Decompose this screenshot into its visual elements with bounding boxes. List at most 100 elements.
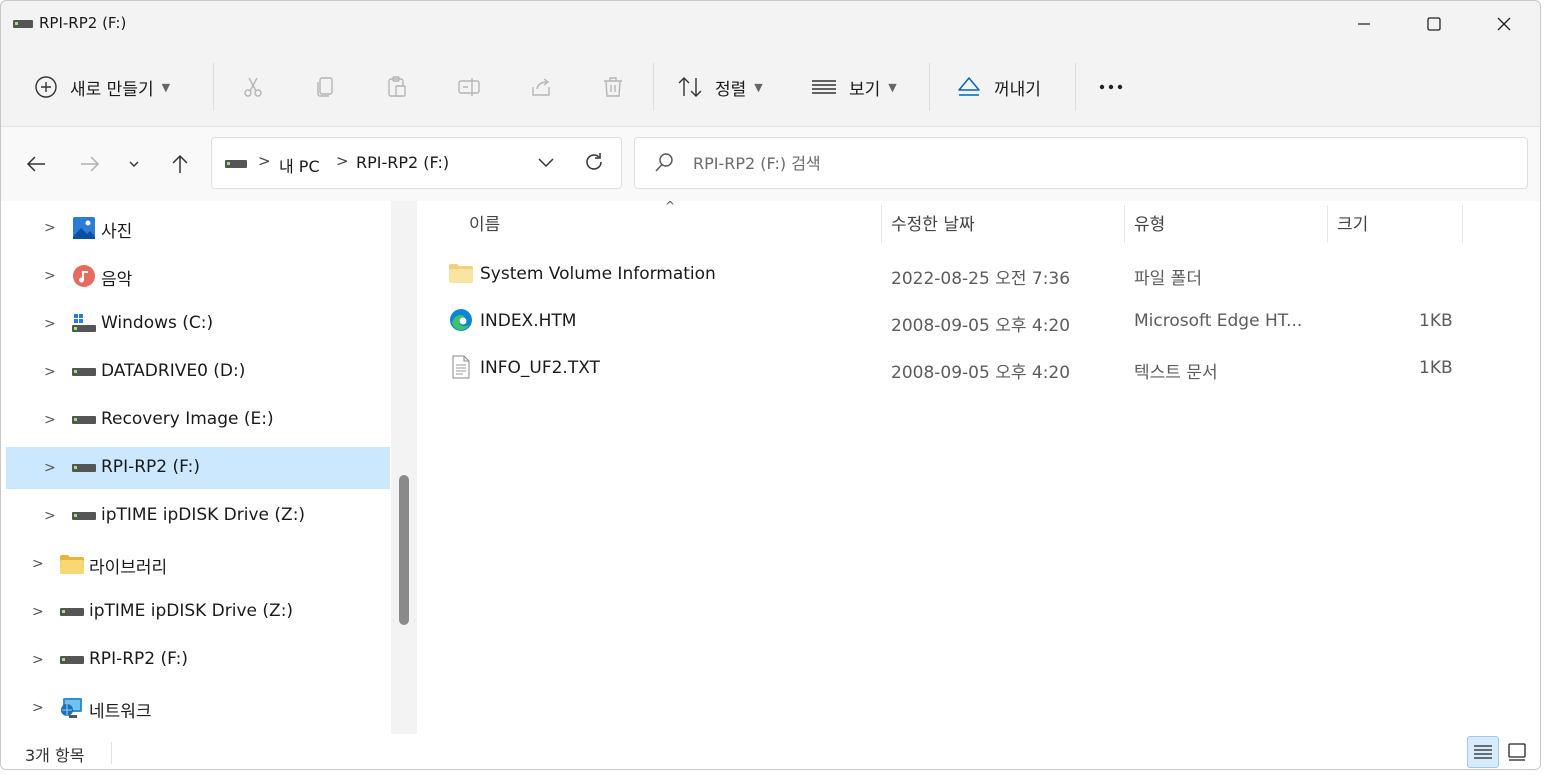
file-list: ^ 이름 수정한 날짜 유형 크기 System Volume Informat… <box>417 199 1540 734</box>
minimize-button[interactable] <box>1329 1 1399 47</box>
sidebar-item-rpi-rp2-f[interactable]: > RPI-RP2 (F:) <box>6 447 390 489</box>
cut-button[interactable] <box>239 73 267 101</box>
drive-icon <box>60 649 84 671</box>
chevron-right-icon[interactable]: > <box>44 316 56 332</box>
column-header-size[interactable]: 크기 <box>1337 201 1368 243</box>
share-icon <box>532 78 550 96</box>
paste-icon <box>388 76 406 97</box>
chevron-right-icon[interactable]: > <box>44 364 56 380</box>
refresh-button[interactable] <box>582 150 606 174</box>
rename-button[interactable] <box>455 73 483 101</box>
view-button[interactable]: 보기 ▼ <box>811 65 897 109</box>
close-button[interactable] <box>1469 1 1539 47</box>
sidebar-item-iptime-z-root[interactable]: > ipTIME ipDISK Drive (Z:) <box>6 591 390 633</box>
maximize-icon <box>1427 17 1441 31</box>
recent-locations-button[interactable] <box>119 149 149 179</box>
eject-icon <box>958 77 980 96</box>
command-bar: 새로 만들기 ▼ 정렬 ▼ 보기 ▼ 꺼내기 <box>1 47 1540 127</box>
column-divider[interactable] <box>1462 205 1463 243</box>
file-row-system-volume-information[interactable]: System Volume Information 2022-08-25 오전 … <box>447 251 1497 297</box>
sidebar-item-libraries[interactable]: > 라이브러리 <box>6 543 390 585</box>
navigation-pane: > 사진 > 음악 > Windows (C:) > DATADRIVE0 (D… <box>1 201 391 734</box>
sidebar-item-windows-c[interactable]: > Windows (C:) <box>6 303 390 345</box>
copy-icon <box>317 77 333 97</box>
refresh-icon <box>586 153 602 170</box>
view-lines-icon <box>812 80 836 94</box>
breadcrumb-this-pc[interactable]: 내 PC <box>279 153 320 177</box>
eject-label: 꺼내기 <box>994 79 1041 100</box>
delete-button[interactable] <box>599 73 627 101</box>
scrollbar-thumb[interactable] <box>399 475 409 625</box>
column-divider[interactable] <box>881 205 882 243</box>
chevron-right-icon[interactable]: > <box>32 604 44 620</box>
new-button[interactable]: 새로 만들기 ▼ <box>34 65 170 109</box>
paste-button[interactable] <box>383 73 411 101</box>
pictures-icon <box>72 217 96 239</box>
sidebar-item-pictures[interactable]: > 사진 <box>6 207 390 249</box>
chevron-down-icon: ▼ <box>888 80 897 94</box>
drive-icon <box>72 505 96 527</box>
sidebar-item-network[interactable]: > 네트워크 <box>6 687 390 729</box>
sidebar-item-datadrive-d[interactable]: > DATADRIVE0 (D:) <box>6 351 390 393</box>
chevron-right-icon[interactable]: > <box>44 220 56 236</box>
chevron-right-icon[interactable]: > <box>32 700 44 716</box>
forward-button[interactable] <box>75 149 105 179</box>
chevron-right-icon[interactable]: > <box>44 268 56 284</box>
search-input[interactable] <box>693 150 1493 176</box>
drive-icon <box>72 457 96 479</box>
sidebar-item-label: 사진 <box>101 222 133 242</box>
column-name-label: 이름 <box>469 214 501 235</box>
file-row-info-uf2-txt[interactable]: INFO_UF2.TXT 2008-09-05 오후 4:20 텍스트 문서 1… <box>447 345 1497 391</box>
column-header-type[interactable]: 유형 <box>1134 201 1165 243</box>
more-options-button[interactable] <box>1097 65 1127 109</box>
sidebar-item-recovery-e[interactable]: > Recovery Image (E:) <box>6 399 390 441</box>
sidebar-item-iptime-z[interactable]: > ipTIME ipDISK Drive (Z:) <box>6 495 390 537</box>
up-button[interactable] <box>165 149 195 179</box>
breadcrumb-chevron-icon: > <box>336 152 349 170</box>
more-dots-icon <box>1099 84 1123 90</box>
column-divider[interactable] <box>1327 205 1328 243</box>
file-name: INFO_UF2.TXT <box>480 358 600 378</box>
chevron-right-icon[interactable]: > <box>44 508 56 524</box>
scissors-icon <box>244 77 262 97</box>
breadcrumb-current-drive[interactable]: RPI-RP2 (F:) <box>356 153 449 172</box>
plus-circle-icon <box>35 76 57 98</box>
sort-button[interactable]: 정렬 ▼ <box>677 65 763 109</box>
sidebar-item-music[interactable]: > 음악 <box>6 255 390 297</box>
large-icons-view-button[interactable] <box>1501 736 1533 768</box>
sidebar-item-label: RPI-RP2 (F:) <box>89 649 188 669</box>
column-header-name[interactable]: 이름 <box>469 201 500 243</box>
share-button[interactable] <box>527 73 555 101</box>
search-icon <box>655 153 673 172</box>
column-header-date[interactable]: 수정한 날짜 <box>891 201 975 243</box>
tiles-view-icon <box>1508 743 1526 761</box>
search-box[interactable] <box>634 137 1528 189</box>
folder-icon <box>60 553 84 575</box>
network-icon <box>60 697 84 719</box>
file-name: System Volume Information <box>480 264 716 284</box>
maximize-button[interactable] <box>1399 1 1469 47</box>
details-view-button[interactable] <box>1467 736 1499 768</box>
arrow-up-icon <box>172 154 188 173</box>
sidebar-item-rpi-rp2-root[interactable]: > RPI-RP2 (F:) <box>6 639 390 681</box>
file-date: 2008-09-05 오후 4:20 <box>891 316 1071 336</box>
navigation-pane-scrollbar[interactable] <box>391 201 417 734</box>
address-dropdown-button[interactable] <box>534 150 558 174</box>
eject-button[interactable]: 꺼내기 <box>956 65 1041 109</box>
chevron-right-icon[interactable]: > <box>32 652 44 668</box>
column-divider[interactable] <box>1124 205 1125 243</box>
chevron-right-icon[interactable]: > <box>44 412 56 428</box>
details-view-icon <box>1474 745 1492 759</box>
close-icon <box>1497 17 1511 31</box>
view-label: 보기 <box>849 79 881 100</box>
copy-button[interactable] <box>311 73 339 101</box>
address-bar[interactable]: > 내 PC > RPI-RP2 (F:) <box>211 137 622 189</box>
chevron-right-icon[interactable]: > <box>32 556 44 572</box>
file-type: 파일 폴더 <box>1134 269 1202 289</box>
file-row-index-htm[interactable]: INDEX.HTM 2008-09-05 오후 4:20 Microsoft E… <box>447 298 1497 344</box>
chevron-right-icon[interactable]: > <box>44 460 56 476</box>
file-date: 2008-09-05 오후 4:20 <box>891 363 1071 383</box>
trash-icon <box>604 77 622 97</box>
sidebar-item-label: DATADRIVE0 (D:) <box>101 361 246 381</box>
back-button[interactable] <box>21 149 51 179</box>
